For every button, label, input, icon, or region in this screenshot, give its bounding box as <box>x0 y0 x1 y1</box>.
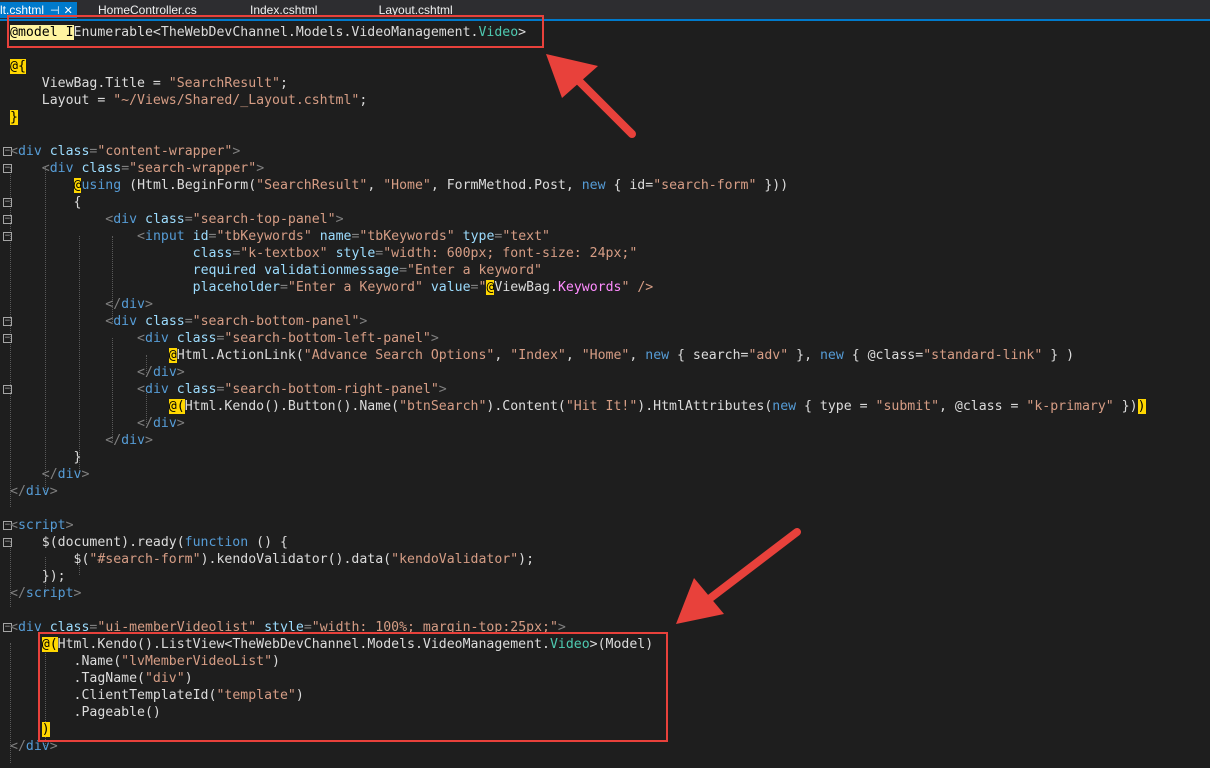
editor-window: lt.cshtml ⊣ ✕ HomeController.cs Index.csht… <box>0 0 1210 768</box>
annotation-arrows <box>546 54 801 624</box>
arrow-icon <box>546 54 636 138</box>
arrow-icon <box>676 528 801 624</box>
